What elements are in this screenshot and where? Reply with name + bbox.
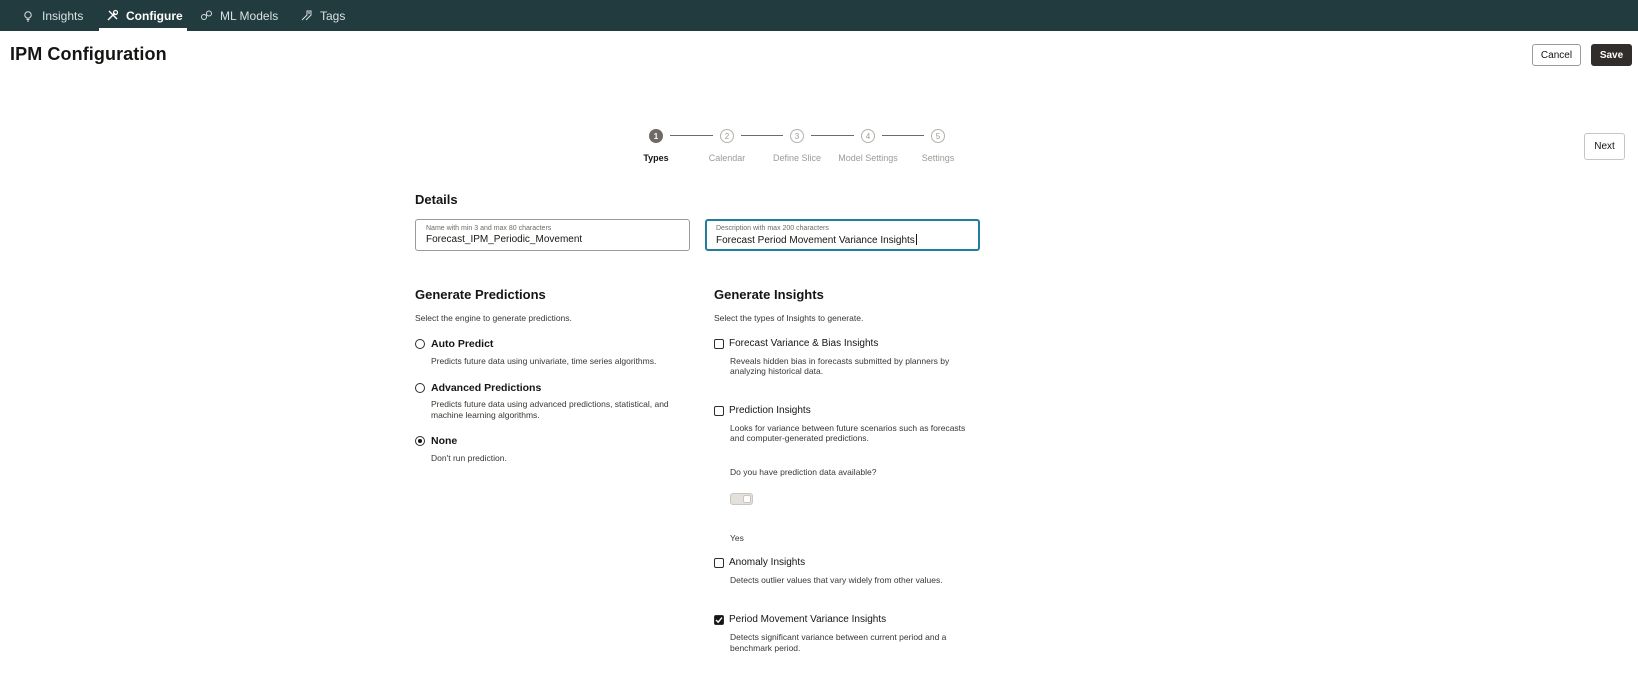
description-field-value-wrap: Forecast Period Movement Variance Insigh… — [716, 234, 917, 246]
step-connector — [882, 135, 924, 136]
prediction-data-toggle-label: Yes — [730, 533, 744, 543]
prediction-data-toggle[interactable] — [730, 493, 753, 505]
insights-title: Generate Insights — [714, 287, 824, 302]
step-2-label: Calendar — [708, 153, 746, 163]
auto-predict-radio[interactable] — [415, 339, 425, 349]
none-description: Don't run prediction. — [431, 453, 507, 463]
page-title: IPM Configuration — [10, 44, 167, 64]
nav-tab-label: Configure — [126, 8, 183, 23]
nav-tab-ml-models[interactable]: ML Models — [199, 0, 278, 31]
prediction-insights-description-2: and computer-generated predictions. — [730, 433, 869, 443]
step-4-label: Model Settings — [838, 153, 898, 163]
tools-icon — [105, 9, 119, 23]
nav-tab-tags[interactable]: Tags — [299, 0, 345, 31]
none-radio[interactable] — [415, 436, 425, 446]
forecast-variance-description-2: analyzing historical data. — [730, 366, 824, 376]
advanced-predictions-radio[interactable] — [415, 383, 425, 393]
period-movement-description: Detects significant variance between cur… — [730, 632, 947, 642]
step-1-indicator[interactable]: 1 — [649, 129, 663, 143]
anomaly-insights-label[interactable]: Anomaly Insights — [729, 557, 805, 568]
nav-tab-configure[interactable]: Configure — [99, 0, 187, 31]
step-3-indicator[interactable]: 3 — [790, 129, 804, 143]
step-2-indicator[interactable]: 2 — [720, 129, 734, 143]
none-label[interactable]: None — [431, 435, 457, 447]
period-movement-checkbox[interactable] — [714, 615, 724, 625]
nav-tab-label: ML Models — [220, 8, 279, 23]
name-field-label: Name with min 3 and max 80 characters — [426, 225, 552, 232]
prediction-data-question: Do you have prediction data available? — [730, 467, 877, 477]
description-field-value: Forecast Period Movement Variance Insigh… — [716, 235, 915, 246]
predictions-title: Generate Predictions — [415, 287, 546, 302]
checkmark-icon — [715, 617, 723, 624]
step-3-label: Define Slice — [772, 153, 822, 163]
step-5-label: Settings — [921, 153, 955, 163]
description-field-label: Description with max 200 characters — [716, 225, 829, 232]
advanced-predictions-description-2: machine learning algorithms. — [431, 410, 540, 420]
step-5-indicator[interactable]: 5 — [931, 129, 945, 143]
forecast-variance-label[interactable]: Forecast Variance & Bias Insights — [729, 338, 878, 349]
text-caret — [915, 234, 917, 245]
description-field[interactable]: Description with max 200 characters Fore… — [705, 219, 980, 251]
name-field-value: Forecast_IPM_Periodic_Movement — [426, 234, 583, 245]
forecast-variance-checkbox[interactable] — [714, 339, 724, 349]
name-field[interactable]: Name with min 3 and max 80 characters Fo… — [415, 219, 690, 251]
next-button[interactable]: Next — [1584, 133, 1625, 160]
period-movement-label[interactable]: Period Movement Variance Insights — [729, 614, 886, 625]
top-nav-bar: Insights Configure ML Models Tags — [0, 0, 1638, 31]
prediction-insights-label[interactable]: Prediction Insights — [729, 405, 811, 416]
details-title: Details — [415, 192, 458, 207]
step-4-indicator[interactable]: 4 — [861, 129, 875, 143]
period-movement-description-2: benchmark period. — [730, 643, 801, 653]
toggle-knob — [743, 495, 751, 503]
tag-icon — [299, 9, 313, 23]
advanced-predictions-description: Predicts future data using advanced pred… — [431, 399, 669, 409]
anomaly-insights-checkbox[interactable] — [714, 558, 724, 568]
step-1-label: Types — [643, 153, 669, 163]
forecast-variance-description: Reveals hidden bias in forecasts submitt… — [730, 356, 950, 366]
save-button[interactable]: Save — [1591, 44, 1632, 66]
nav-tab-insights[interactable]: Insights — [21, 0, 83, 31]
lightbulb-icon — [21, 9, 35, 23]
step-connector — [811, 135, 854, 136]
cancel-button[interactable]: Cancel — [1532, 44, 1581, 66]
predictions-subtitle: Select the engine to generate prediction… — [415, 313, 572, 323]
auto-predict-label[interactable]: Auto Predict — [431, 338, 493, 350]
step-connector — [670, 135, 713, 136]
nav-tab-label: Tags — [320, 8, 346, 23]
prediction-insights-checkbox[interactable] — [714, 406, 724, 416]
prediction-insights-description: Looks for variance between future scenar… — [730, 423, 966, 433]
step-connector — [741, 135, 783, 136]
insights-subtitle: Select the types of Insights to generate… — [714, 313, 864, 323]
auto-predict-description: Predicts future data using univariate, t… — [431, 356, 657, 366]
advanced-predictions-label[interactable]: Advanced Predictions — [431, 382, 541, 394]
nav-tab-label: Insights — [42, 8, 84, 23]
ml-models-icon — [199, 9, 213, 23]
anomaly-insights-description: Detects outlier values that vary widely … — [730, 575, 943, 585]
